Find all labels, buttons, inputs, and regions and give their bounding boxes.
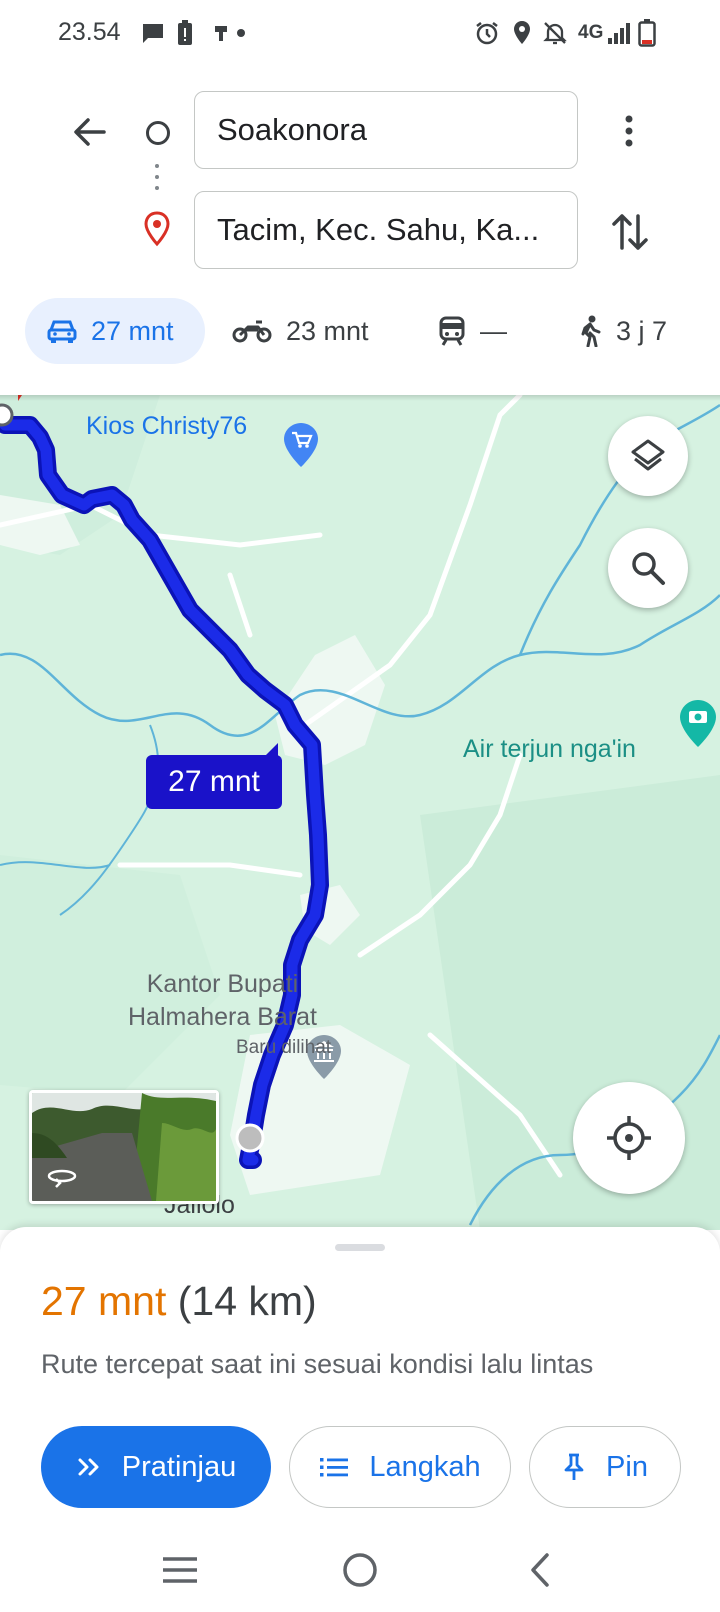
origin-field[interactable]: Soakonora <box>194 91 578 169</box>
battery-icon <box>638 18 656 48</box>
mode-driving[interactable]: 27 mnt <box>25 298 205 364</box>
double-chevron-icon <box>76 1456 102 1478</box>
camera-pin-icon[interactable] <box>680 700 716 747</box>
map-view[interactable]: Kios Christy76 Air terjun nga'in Kantor … <box>0 395 720 1230</box>
system-navigation-bar <box>0 1530 720 1612</box>
destination-pin-icon <box>142 211 172 247</box>
back-button[interactable] <box>68 110 112 154</box>
message-icon <box>140 18 166 48</box>
recent-apps-icon <box>163 1557 197 1583</box>
list-icon <box>319 1456 349 1478</box>
route-distance: (14 km) <box>177 1278 317 1324</box>
route-duration: 27 mnt <box>41 1278 167 1324</box>
place-recently-viewed: Baru dilihat <box>236 1037 332 1058</box>
layers-button[interactable] <box>608 416 688 496</box>
walk-icon <box>578 315 602 347</box>
place-label-kantor-line1: Kantor Bupati <box>146 970 299 998</box>
route-bottom-sheet[interactable]: 27 mnt (14 km) Rute tercepat saat ini se… <box>0 1227 720 1612</box>
place-label-kantor[interactable]: Kantor Bupati Halmahera Barat <box>128 968 317 1034</box>
route-time-bubble[interactable]: 27 mnt <box>146 743 282 809</box>
swap-button[interactable] <box>608 208 652 256</box>
route-note: Rute tercepat saat ini sesuai kondisi la… <box>41 1349 594 1379</box>
battery-alert-icon <box>176 18 194 48</box>
street-view-thumbnail[interactable] <box>29 1090 219 1204</box>
pin-icon <box>562 1452 586 1482</box>
motorcycle-icon <box>232 318 272 344</box>
layers-icon <box>631 439 665 471</box>
arrow-back-icon <box>74 118 106 146</box>
signal-icon <box>606 18 632 48</box>
my-location-icon <box>607 1116 651 1160</box>
rotate-360-icon <box>47 1169 77 1188</box>
recent-apps-button[interactable] <box>150 1540 210 1600</box>
mode-transit[interactable]: — <box>438 298 507 364</box>
drag-handle[interactable] <box>335 1244 385 1251</box>
dot-icon <box>236 18 246 48</box>
shopping-pin-icon[interactable] <box>284 423 318 467</box>
steps-button[interactable]: Langkah <box>289 1426 511 1508</box>
preview-button[interactable]: Pratinjau <box>41 1426 271 1508</box>
status-time: 23.54 <box>58 18 121 46</box>
origin-marker-icon <box>146 121 170 145</box>
destination-field[interactable]: Tacim, Kec. Sahu, Ka... <box>194 191 578 269</box>
pin-button[interactable]: Pin <box>529 1426 681 1508</box>
more-vert-icon <box>625 115 633 147</box>
pin-button-label: Pin <box>606 1450 648 1483</box>
mute-icon <box>542 18 568 48</box>
mode-walking-label: 3 j 7 <box>616 315 668 346</box>
route-dots-icon <box>155 164 159 197</box>
train-icon <box>438 316 466 346</box>
place-label-waterfall[interactable]: Air terjun nga'in <box>463 735 636 764</box>
place-label-kantor-line2: Halmahera Barat <box>128 1003 317 1031</box>
mode-motorcycle[interactable]: 23 mnt <box>232 298 369 364</box>
alarm-icon <box>474 18 500 48</box>
back-chevron-icon <box>531 1553 549 1587</box>
steps-button-label: Langkah <box>369 1450 481 1483</box>
location-icon <box>512 18 532 48</box>
my-location-button[interactable] <box>573 1082 685 1194</box>
mode-transit-label: — <box>480 315 507 346</box>
route-summary: 27 mnt (14 km) <box>41 1278 317 1325</box>
place-label-kios[interactable]: Kios Christy76 <box>86 412 247 441</box>
mode-walking[interactable]: 3 j 7 <box>578 298 667 364</box>
status-bar: 23.54 4G <box>0 0 720 68</box>
preview-button-label: Pratinjau <box>121 1450 237 1483</box>
map-search-button[interactable] <box>608 528 688 608</box>
swap-vert-icon <box>612 214 648 250</box>
usb-icon <box>214 18 228 48</box>
mode-motorcycle-label: 23 mnt <box>286 315 369 346</box>
back-nav-button[interactable] <box>510 1540 570 1600</box>
home-icon <box>343 1553 377 1587</box>
car-icon <box>47 318 77 344</box>
home-button[interactable] <box>330 1540 390 1600</box>
network-type: 4G <box>578 22 604 43</box>
more-options-button[interactable] <box>614 111 644 151</box>
mode-driving-label: 27 mnt <box>91 315 174 346</box>
header-shadow <box>0 395 720 401</box>
search-icon <box>632 552 665 585</box>
